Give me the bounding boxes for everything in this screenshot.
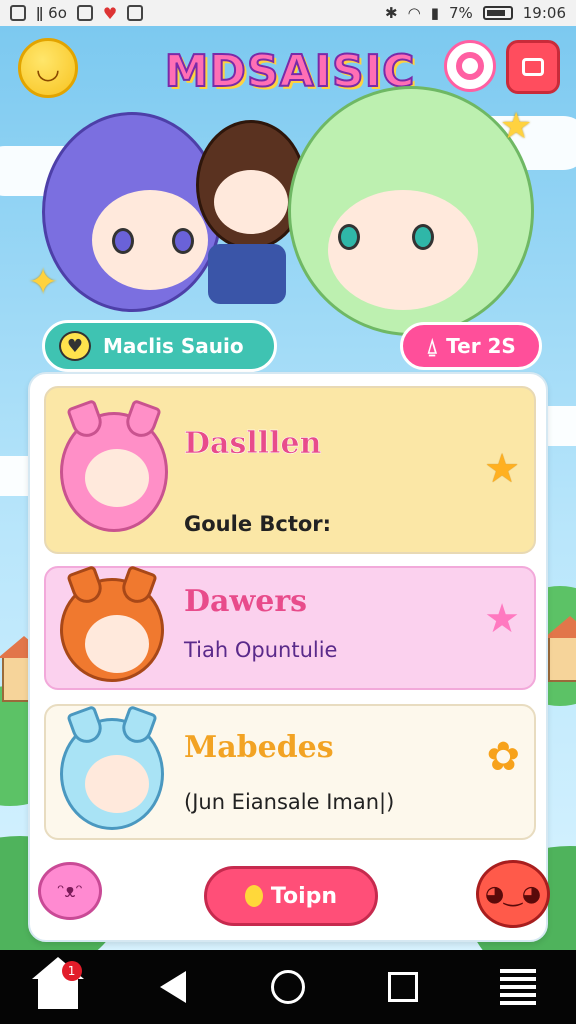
recents-button[interactable] — [373, 957, 433, 1017]
character-card[interactable]: Mabedes (Jun Eiansale Iman|) ✿ — [44, 704, 536, 840]
star-icon[interactable]: ★ — [484, 596, 520, 642]
card-title: Dawers — [184, 584, 308, 619]
bell-icon: ⍙ — [426, 334, 439, 358]
home-circle-button[interactable] — [258, 957, 318, 1017]
wifi-icon: ◠ — [407, 4, 421, 22]
status-left: ǁ 6o ♥ — [10, 3, 144, 23]
notification-badge: 1 — [61, 961, 82, 981]
character-skirt — [208, 244, 286, 304]
eye — [338, 224, 360, 250]
card-title: Daslllen — [184, 426, 322, 462]
heart-icon: ♥ — [59, 331, 91, 361]
notification-text: ǁ 6o — [36, 4, 67, 22]
app-header: ◡ MDSAISIC — [0, 26, 576, 116]
card-subtitle: Goule Bctor: — [184, 512, 332, 536]
avatar — [60, 564, 164, 682]
level-chip[interactable]: ⍙ Ter 2S — [400, 322, 542, 370]
battery-level: 7% — [448, 4, 473, 22]
profile-chip[interactable]: ♥ Maclis Sauio — [42, 320, 277, 372]
avatar — [60, 704, 164, 830]
navigation-bar: 1 — [0, 950, 576, 1024]
menu-lines-icon — [500, 969, 537, 1005]
pink-pet-icon[interactable]: ᵔᴥᵔ — [38, 862, 102, 920]
red-pet-icon[interactable]: ◕‿◕ — [476, 860, 550, 928]
character-card[interactable]: Dawers Tiah Opuntulie ★ — [44, 564, 536, 690]
card-subtitle: Tiah Opuntulie — [184, 638, 338, 662]
eye — [112, 228, 134, 254]
primary-action-label: Toipn — [270, 883, 338, 909]
image-icon — [10, 5, 26, 21]
primary-action-button[interactable]: Toipn — [204, 866, 378, 926]
card-subtitle: (Jun Eiansale Iman|) — [184, 790, 395, 814]
home-icon — [31, 957, 84, 1009]
message-icon — [76, 5, 93, 21]
status-bar: ǁ 6o ♥ ✱ ◠ ▮ 7% 19:06 — [0, 0, 576, 26]
character-list-panel: Daslllen Goule Bctor: ★ Dawers Tiah Opun… — [28, 372, 550, 942]
target-icon[interactable] — [444, 40, 496, 92]
home-button[interactable]: 1 — [28, 957, 88, 1017]
level-chip-label: Ter 2S — [446, 334, 516, 358]
smiley-icon[interactable]: ◡ — [18, 38, 78, 98]
star-icon[interactable]: ★ — [484, 446, 520, 492]
menu-button[interactable] — [488, 957, 548, 1017]
status-right: ✱ ◠ ▮ 7% 19:06 — [385, 4, 566, 22]
character-face — [214, 170, 288, 234]
eye — [172, 228, 194, 254]
lock-icon — [127, 5, 144, 21]
balloon-icon — [244, 885, 263, 907]
character-face — [328, 190, 478, 310]
heart-icon: ♥ — [102, 3, 118, 23]
eye — [412, 224, 434, 250]
signal-icon: ▮ — [430, 4, 439, 22]
avatar — [60, 398, 168, 532]
square-icon — [388, 972, 419, 1002]
card-title: Mabedes — [184, 730, 334, 765]
profile-chip-label: Maclis Sauio — [103, 334, 244, 358]
bluetooth-icon: ✱ — [385, 4, 398, 22]
clock: 19:06 — [522, 4, 566, 22]
character-card[interactable]: Daslllen Goule Bctor: ★ — [44, 386, 536, 554]
sparkle-icon: ✦ — [28, 262, 59, 303]
back-button[interactable] — [143, 957, 203, 1017]
circle-icon — [270, 970, 305, 1004]
flower-icon[interactable]: ✿ — [486, 734, 520, 780]
back-icon — [159, 971, 186, 1003]
battery-icon — [482, 6, 513, 20]
star-icon: ★ — [500, 106, 533, 147]
window-icon[interactable] — [506, 40, 560, 94]
house — [544, 616, 576, 682]
